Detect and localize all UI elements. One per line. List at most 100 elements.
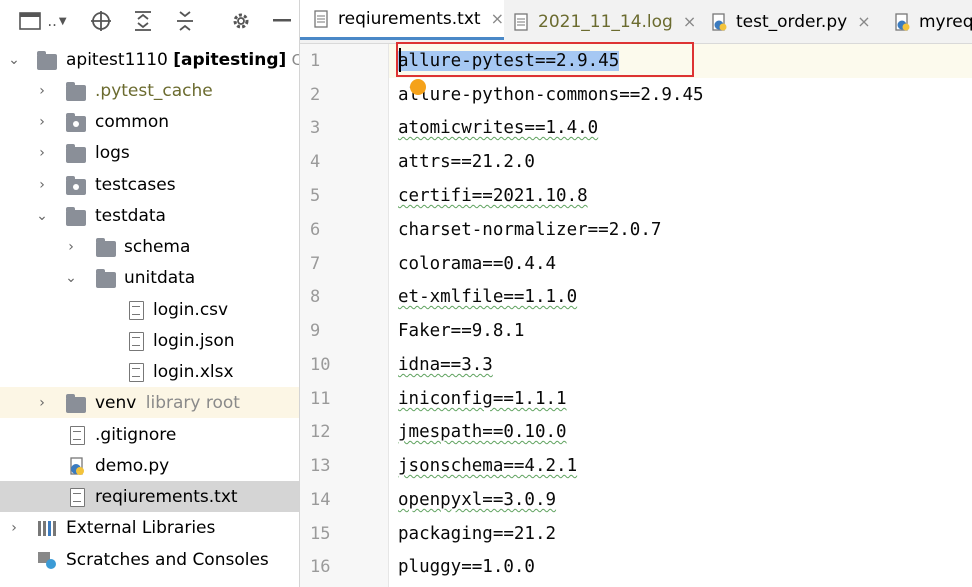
- chevron-down-icon[interactable]: ⌄: [34, 208, 50, 224]
- tree-item-label: reqiurements.txt: [95, 486, 238, 507]
- code-line[interactable]: charset-normalizer==2.0.7: [389, 213, 972, 247]
- click-indicator: [410, 79, 426, 95]
- code-line[interactable]: attrs==21.2.0: [389, 145, 972, 179]
- line-number: 8: [310, 287, 321, 307]
- log-file-icon: [514, 12, 528, 31]
- tree-item-testcases[interactable]: › testcases: [0, 169, 299, 200]
- tree-item-scratches[interactable]: Scratches and Consoles: [0, 544, 299, 575]
- chevron-down-icon[interactable]: ⌄: [6, 52, 22, 68]
- tab-myreq[interactable]: myreq: [895, 0, 972, 43]
- folder-icon: [66, 207, 86, 226]
- package-icon: [66, 113, 86, 132]
- json-file-icon: [129, 332, 144, 351]
- code-line[interactable]: et-xmlfile==1.1.0: [389, 280, 972, 314]
- folder-icon: [66, 82, 86, 101]
- text-file-icon: [70, 488, 85, 507]
- code-line[interactable]: certifi==2021.10.8: [389, 179, 972, 213]
- folder-icon: [96, 238, 116, 257]
- code-text: openpyxl==3.0.9: [398, 490, 557, 510]
- tree-item-label: logs: [95, 142, 130, 163]
- folder-icon: [66, 144, 86, 163]
- code-line[interactable]: jmespath==0.10.0: [389, 415, 972, 449]
- tree-item-login-xlsx[interactable]: login.xlsx: [0, 356, 299, 387]
- tab-label: test_order.py: [736, 11, 848, 32]
- tree-item-label: .gitignore: [95, 424, 177, 445]
- tree-item-venv[interactable]: › venv library root: [0, 387, 299, 418]
- tree-item-label: login.json: [153, 330, 235, 351]
- tree-item-common[interactable]: › common: [0, 106, 299, 137]
- code-line[interactable]: allure-python-commons==2.9.45: [389, 78, 972, 112]
- tree-item-label: demo.py: [95, 455, 170, 476]
- panel-icon[interactable]: [18, 6, 42, 36]
- folder-icon: [66, 394, 86, 413]
- minimize-icon[interactable]: [270, 6, 294, 36]
- tree-item-demo-py[interactable]: demo.py: [0, 450, 299, 481]
- tree-item-reqiurements-txt[interactable]: reqiurements.txt: [0, 481, 299, 512]
- code-line[interactable]: pluggy==1.0.0: [389, 550, 972, 584]
- tree-item-label: testdata: [95, 205, 166, 226]
- tree-item-logs[interactable]: › logs: [0, 137, 299, 168]
- code-line[interactable]: iniconfig==1.1.1: [389, 382, 972, 416]
- gear-icon[interactable]: [228, 6, 254, 36]
- tree-item-login-json[interactable]: login.json: [0, 325, 299, 356]
- library-icon: [37, 519, 57, 536]
- code-text: allure-python-commons==2.9.45: [398, 85, 704, 105]
- tree-root[interactable]: ⌄ apitest1110 [apitesting] C:\U: [0, 44, 299, 75]
- tree-item-label: unitdata: [124, 267, 196, 288]
- python-file-icon: [712, 12, 727, 31]
- text-file-icon: [129, 301, 144, 320]
- chevron-right-icon[interactable]: ›: [34, 83, 50, 99]
- code-text: attrs==21.2.0: [398, 152, 535, 172]
- chevron-right-icon[interactable]: ›: [34, 114, 50, 130]
- chevron-right-icon[interactable]: ›: [34, 395, 50, 411]
- chevron-right-icon[interactable]: ›: [34, 145, 50, 161]
- tree-item-login-csv[interactable]: login.csv: [0, 294, 299, 325]
- project-panel: .. ▼ ⌄ apitest1110 [apitesting] C:\U ›: [0, 0, 300, 587]
- close-icon[interactable]: ×: [491, 9, 504, 28]
- tab-reqiurements-txt[interactable]: reqiurements.txt ×: [300, 0, 504, 40]
- line-number: 9: [310, 321, 321, 341]
- code-line[interactable]: jsonschema==4.2.1: [389, 449, 972, 483]
- chevron-right-icon[interactable]: ›: [6, 520, 22, 536]
- tree-item-label: login.csv: [153, 299, 229, 320]
- chevron-right-icon[interactable]: ›: [34, 177, 50, 193]
- tree-item-label: common: [95, 111, 170, 132]
- tree-item-gitignore[interactable]: .gitignore: [0, 419, 299, 450]
- code-editor[interactable]: allure-pytest==2.9.45 allure-python-comm…: [389, 44, 972, 587]
- line-number: 3: [310, 118, 321, 138]
- line-number: 11: [310, 389, 331, 409]
- code-line[interactable]: Faker==9.8.1: [389, 314, 972, 348]
- code-line[interactable]: openpyxl==3.0.9: [389, 483, 972, 517]
- code-line[interactable]: packaging==21.2: [389, 517, 972, 551]
- crosshair-icon[interactable]: [88, 6, 114, 36]
- chevron-down-icon[interactable]: ⌄: [63, 270, 79, 286]
- view-dropdown[interactable]: .. ▼: [46, 6, 68, 36]
- close-icon[interactable]: ×: [683, 12, 696, 31]
- chevron-down-icon: ▼: [58, 15, 67, 27]
- code-line[interactable]: idna==3.3: [389, 348, 972, 382]
- tree-item-testdata[interactable]: ⌄ testdata: [0, 200, 299, 231]
- tree-item-label: External Libraries: [66, 517, 216, 538]
- text-caret: [399, 48, 401, 72]
- python-file-icon: [895, 12, 910, 31]
- expand-all-icon[interactable]: [130, 6, 156, 36]
- close-icon[interactable]: ×: [857, 12, 870, 31]
- collapse-all-icon[interactable]: [172, 6, 198, 36]
- code-line[interactable]: colorama==0.4.4: [389, 247, 972, 281]
- tab-label: 2021_11_14.log: [538, 11, 673, 32]
- code-text: atomicwrites==1.4.0: [398, 118, 599, 138]
- chevron-right-icon[interactable]: ›: [63, 239, 79, 255]
- tree-item-pytest-cache[interactable]: › .pytest_cache: [0, 75, 299, 106]
- tree-item-unitdata[interactable]: ⌄ unitdata: [0, 262, 299, 293]
- folder-icon: [96, 269, 116, 288]
- tab-test-order-py[interactable]: test_order.py ×: [712, 0, 871, 43]
- tree-item-external-libraries[interactable]: › External Libraries: [0, 512, 299, 543]
- code-text: certifi==2021.10.8: [398, 186, 588, 206]
- tree-item-schema[interactable]: › schema: [0, 231, 299, 262]
- tab-log[interactable]: 2021_11_14.log ×: [514, 0, 696, 43]
- editor-tab-bar: reqiurements.txt × 2021_11_14.log × test…: [300, 0, 972, 44]
- code-line[interactable]: atomicwrites==1.4.0: [389, 111, 972, 145]
- line-number: 13: [310, 456, 331, 476]
- line-number: 14: [310, 490, 331, 510]
- line-number: 4: [310, 152, 321, 172]
